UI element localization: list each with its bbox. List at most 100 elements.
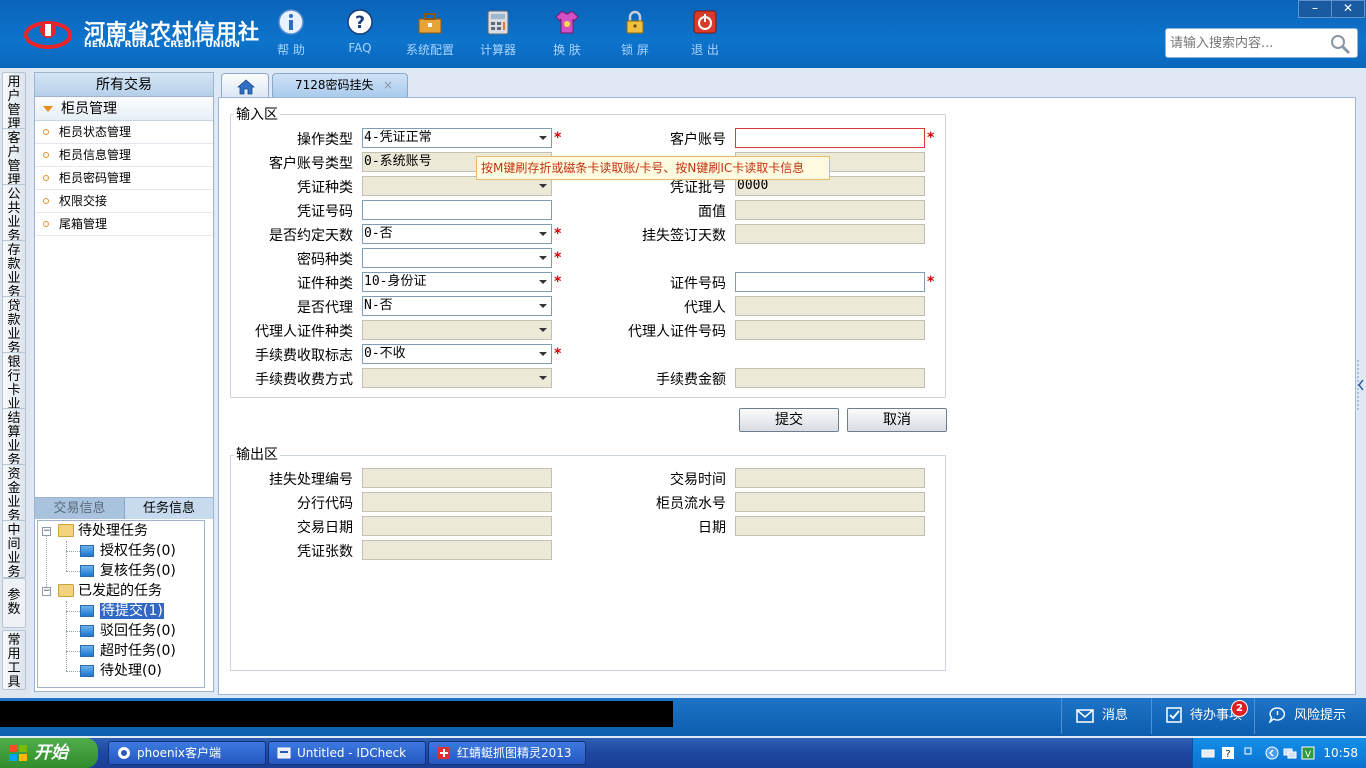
label-voucher-number: 凭证号码 bbox=[297, 204, 353, 220]
calculator-button[interactable]: 计算器 bbox=[466, 8, 530, 60]
field-value: 0-不收 bbox=[364, 346, 406, 361]
vnav-customer-management[interactable]: 客户管理 bbox=[2, 128, 26, 186]
start-label: 开始 bbox=[34, 743, 68, 763]
tree-node-auth-task[interactable]: 授权任务(0) bbox=[80, 542, 176, 560]
help-tray-icon[interactable]: ? bbox=[1221, 746, 1235, 760]
tab-transaction-info[interactable]: 交易信息 bbox=[35, 498, 124, 519]
change-skin-button[interactable]: 换 肤 bbox=[535, 8, 599, 60]
fee-flag-select[interactable]: 0-不收 bbox=[362, 344, 552, 364]
id-type-select[interactable]: 10-身份证 bbox=[362, 272, 552, 292]
tree-node-rejected[interactable]: 驳回任务(0) bbox=[80, 622, 176, 640]
vnav-parameters[interactable]: 参数 bbox=[2, 578, 26, 628]
collapse-toggle[interactable]: − bbox=[42, 587, 51, 596]
tree-node-to-submit[interactable]: 待提交(1) bbox=[80, 602, 164, 620]
task-icon bbox=[80, 645, 94, 657]
collapse-toggle[interactable]: − bbox=[42, 527, 51, 536]
system-config-button[interactable]: 系统配置 bbox=[398, 8, 462, 60]
faq-button[interactable]: ? FAQ bbox=[328, 8, 392, 60]
agreed-days-select[interactable]: 0-否 bbox=[362, 224, 552, 244]
id-number-input[interactable] bbox=[735, 272, 925, 292]
chevron-down-icon[interactable] bbox=[535, 345, 551, 363]
voucher-number-input[interactable] bbox=[362, 200, 552, 220]
lock-screen-button[interactable]: 锁 屏 bbox=[603, 8, 667, 60]
faq-label: FAQ bbox=[348, 41, 372, 55]
tree-node-pending[interactable]: 待处理任务 bbox=[58, 522, 148, 540]
input-method-icon[interactable] bbox=[1241, 746, 1255, 760]
fee-method-select[interactable] bbox=[362, 368, 552, 388]
collapse-panel-icon[interactable] bbox=[1356, 360, 1364, 410]
vnav-settlement-business[interactable]: 结算业务 bbox=[2, 408, 26, 466]
keyboard-icon[interactable] bbox=[1201, 746, 1215, 760]
tree-node-initiated[interactable]: 已发起的任务 bbox=[58, 582, 162, 600]
start-button[interactable]: 开始 bbox=[0, 738, 98, 768]
tab-close-icon[interactable]: × bbox=[383, 74, 393, 96]
chevron-down-icon[interactable] bbox=[535, 321, 551, 339]
tree-node-timeout[interactable]: 超时任务(0) bbox=[80, 642, 176, 660]
label-loss-number: 挂失处理编号 bbox=[269, 472, 353, 488]
chevron-down-icon[interactable] bbox=[535, 273, 551, 291]
tree-node-review-task[interactable]: 复核任务(0) bbox=[80, 562, 176, 580]
cancel-button[interactable]: 取消 bbox=[847, 408, 947, 432]
expand-tray-icon[interactable] bbox=[1265, 746, 1279, 760]
field-value: N-否 bbox=[364, 298, 393, 313]
taskbar-item-phoenix[interactable]: phoenix客户端 bbox=[108, 741, 266, 765]
input-area-legend: 输入区 bbox=[234, 104, 280, 124]
menu-item-permission-handover[interactable]: 权限交接 bbox=[35, 190, 213, 213]
chevron-down-icon[interactable] bbox=[535, 249, 551, 267]
exit-label: 退 出 bbox=[691, 43, 719, 57]
vnav-common-tools[interactable]: 常用工具 bbox=[2, 630, 26, 690]
risk-alert-button[interactable]: 风险提示 bbox=[1254, 698, 1366, 734]
window-close-button[interactable]: ✕ bbox=[1331, 0, 1365, 18]
label-customer-account: 客户账号 bbox=[670, 132, 726, 148]
menu-item-teller-password[interactable]: 柜员密码管理 bbox=[35, 167, 213, 190]
vnav-user-management[interactable]: 用户管理 bbox=[2, 72, 26, 130]
agent-id-type-select[interactable] bbox=[362, 320, 552, 340]
all-transactions-header[interactable]: 所有交易 bbox=[35, 73, 213, 97]
agent-input bbox=[735, 296, 925, 316]
taskbar-item-screenshot-tool[interactable]: 红蜻蜓抓图精灵2013 bbox=[428, 741, 586, 765]
chevron-down-icon[interactable] bbox=[535, 225, 551, 243]
exit-button[interactable]: 退 出 bbox=[673, 8, 737, 60]
task-label: phoenix客户端 bbox=[137, 746, 221, 760]
menu-item-tail-box[interactable]: 尾箱管理 bbox=[35, 213, 213, 236]
chevron-down-icon[interactable] bbox=[535, 369, 551, 387]
operation-type-select[interactable]: 4-凭证正常 bbox=[362, 128, 552, 148]
chevron-down-icon[interactable] bbox=[535, 129, 551, 147]
logo: 河南省农村信用社 HENAN RURAL CREDIT UNION bbox=[24, 14, 259, 54]
help-label: 帮 助 bbox=[277, 43, 305, 57]
window-minimize-button[interactable]: – bbox=[1298, 0, 1332, 18]
chevron-down-icon[interactable] bbox=[535, 297, 551, 315]
help-button[interactable]: 帮 助 bbox=[259, 8, 323, 60]
network-icon[interactable] bbox=[1283, 746, 1297, 760]
vnav-intermediate-business[interactable]: 中间业务 bbox=[2, 520, 26, 578]
app-icon bbox=[438, 747, 450, 759]
vnav-bankcard-business[interactable]: 银行卡业务 bbox=[2, 352, 26, 412]
customer-account-input[interactable] bbox=[735, 128, 925, 148]
label-voucher-count: 凭证张数 bbox=[297, 544, 353, 560]
tree-node-label: 超时任务(0) bbox=[100, 643, 176, 659]
vnav-deposit-business[interactable]: 存款业务 bbox=[2, 240, 26, 298]
vnav-public-business[interactable]: 公共业务 bbox=[2, 184, 26, 242]
search-input[interactable] bbox=[1170, 33, 1320, 53]
vnav-fund-business[interactable]: 资金业务 bbox=[2, 464, 26, 522]
teller-management-group[interactable]: 柜员管理 bbox=[35, 97, 213, 121]
antivirus-icon[interactable]: V bbox=[1301, 746, 1315, 760]
required-marker: * bbox=[554, 130, 562, 146]
search-icon[interactable] bbox=[1329, 33, 1351, 55]
tab-home[interactable] bbox=[221, 73, 269, 97]
taskbar-item-idcheck[interactable]: Untitled - IDCheck bbox=[268, 741, 426, 765]
transaction-time-output bbox=[735, 468, 925, 488]
is-agent-select[interactable]: N-否 bbox=[362, 296, 552, 316]
submit-button[interactable]: 提交 bbox=[739, 408, 839, 432]
voucher-count-output bbox=[362, 540, 552, 560]
menu-item-teller-status[interactable]: 柜员状态管理 bbox=[35, 121, 213, 144]
tree-node-to-process[interactable]: 待处理(0) bbox=[80, 662, 162, 680]
messages-button[interactable]: 消息 bbox=[1061, 698, 1151, 734]
password-type-select[interactable] bbox=[362, 248, 552, 268]
vnav-loan-business[interactable]: 贷款业务 bbox=[2, 296, 26, 354]
field-value: 4-凭证正常 bbox=[364, 130, 432, 145]
tab-task-info[interactable]: 任务信息 bbox=[124, 498, 213, 519]
tab-password-loss-report[interactable]: 7128密码挂失 × bbox=[272, 73, 408, 97]
label-agent-id-number: 代理人证件号码 bbox=[628, 324, 726, 340]
menu-item-teller-info[interactable]: 柜员信息管理 bbox=[35, 144, 213, 167]
